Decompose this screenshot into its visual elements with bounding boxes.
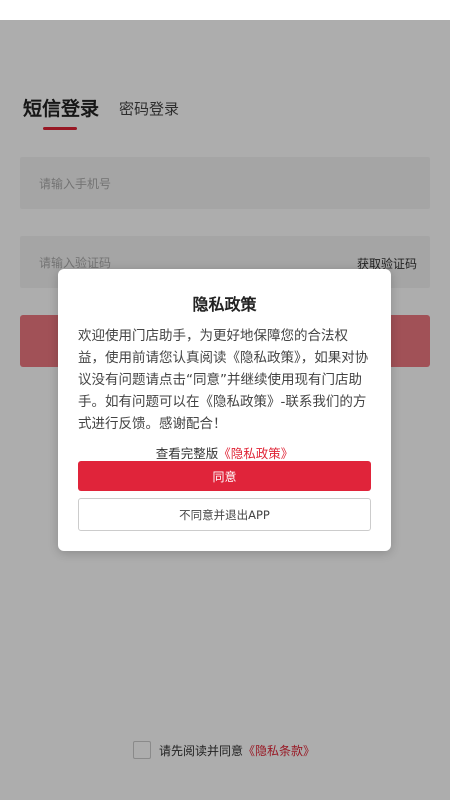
dialog-body: 欢迎使用门店助手，为更好地保障您的合法权益，使用前请您认真阅读《隐私政策》，如果… — [78, 328, 369, 432]
disagree-exit-button[interactable]: 不同意并退出APP — [78, 498, 371, 531]
wifi-icon — [417, 2, 429, 12]
view-full-policy: 查看完整版《隐私政策》 — [58, 443, 391, 462]
status-time: 10:10 — [12, 2, 47, 16]
status-bar: 10:10 — [0, 0, 450, 20]
battery-icon — [435, 2, 440, 12]
status-icons — [417, 2, 440, 12]
view-full-prefix: 查看完整版 — [155, 446, 219, 461]
full-policy-link[interactable]: 《隐私政策》 — [218, 446, 293, 461]
privacy-dialog: 隐私政策 欢迎使用门店助手，为更好地保障您的合法权益，使用前请您认真阅读《隐私政… — [58, 269, 391, 551]
agree-button[interactable]: 同意 — [78, 461, 371, 491]
dialog-title: 隐私政策 — [192, 295, 257, 314]
